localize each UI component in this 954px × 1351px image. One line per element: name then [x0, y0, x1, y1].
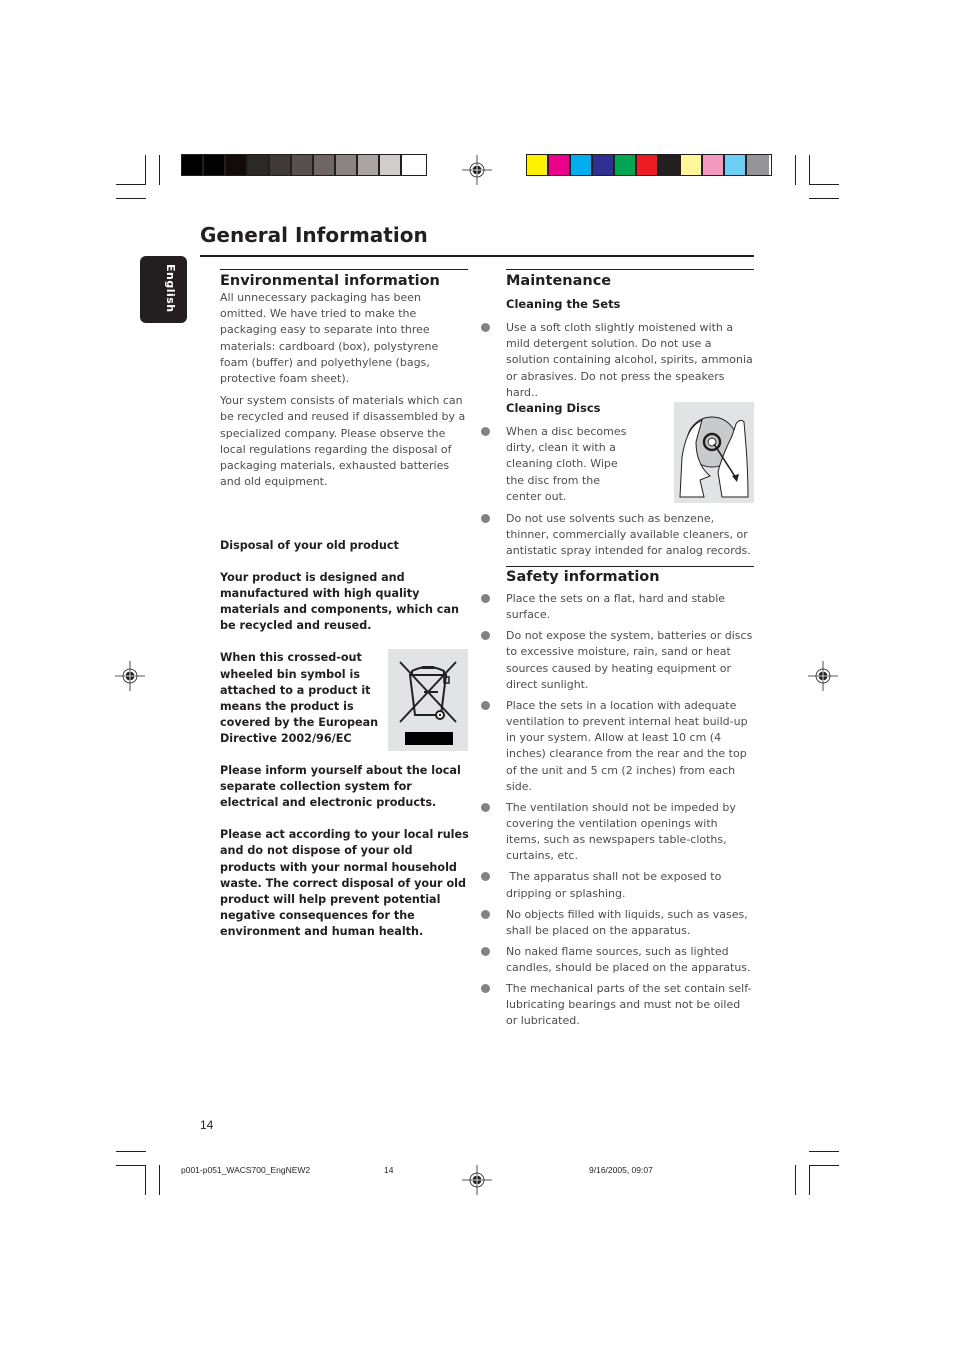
crop-mark — [795, 1165, 796, 1195]
bullet-icon — [481, 427, 490, 436]
crop-mark — [809, 1151, 839, 1152]
crop-mark — [809, 155, 810, 185]
bullet-icon — [481, 323, 490, 332]
section-divider — [506, 269, 754, 270]
disposal-paragraph: Please inform yourself about the local s… — [220, 764, 461, 810]
color-swatch — [637, 155, 659, 175]
footer-timestamp: 9/16/2005, 09:07 — [589, 1165, 653, 1175]
maintenance-heading: Maintenance — [506, 273, 612, 289]
color-swatch — [681, 155, 703, 175]
page-number: 14 — [200, 1118, 214, 1132]
crop-mark — [159, 155, 160, 185]
list-item: Do not expose the system, batteries or d… — [480, 628, 754, 693]
bullet-icon — [481, 802, 490, 812]
crop-mark — [809, 1165, 839, 1166]
list-item: No naked flame sources, such as lighted … — [480, 944, 754, 976]
list-item: The mechanical parts of the set contain … — [480, 981, 754, 1030]
color-swatch — [747, 155, 769, 175]
registration-mark-icon — [462, 155, 492, 185]
registration-mark-icon — [462, 1165, 492, 1195]
color-swatch — [725, 155, 747, 175]
crop-mark — [795, 155, 796, 185]
environmental-heading: Environmental information — [220, 273, 440, 289]
language-tab-label: English — [164, 264, 177, 313]
registration-mark-icon — [808, 661, 838, 691]
disposal-paragraph: Please act according to your local rules… — [220, 828, 469, 938]
color-swatch — [402, 155, 424, 175]
color-swatch — [336, 155, 358, 175]
color-swatch — [527, 155, 549, 175]
color-swatch — [182, 155, 204, 175]
color-swatch — [615, 155, 637, 175]
crop-mark — [145, 1165, 146, 1195]
language-tab: English — [140, 256, 187, 323]
bullet-icon — [481, 631, 490, 641]
color-swatch — [593, 155, 615, 175]
color-swatch — [358, 155, 380, 175]
registration-mark-icon — [115, 661, 145, 691]
footer-file-name: p001-p051_WACS700_EngNEW2 — [181, 1165, 311, 1175]
disposal-paragraph: Your product is designed and manufacture… — [220, 571, 459, 633]
safety-list: Place the sets on a flat, hard and stabl… — [480, 591, 754, 1034]
bullet-icon — [481, 909, 490, 919]
list-item: Place the sets in a location with adequa… — [480, 698, 754, 795]
disc-cleaning-image — [674, 402, 754, 503]
section-divider — [506, 566, 754, 567]
color-swatch — [314, 155, 336, 175]
color-swatch — [292, 155, 314, 175]
grayscale-calibration-bar — [181, 154, 427, 176]
safety-heading: Safety information — [506, 569, 660, 585]
bullet-icon — [481, 594, 490, 603]
color-swatch — [571, 155, 593, 175]
list-item: Place the sets on a flat, hard and stabl… — [480, 591, 754, 623]
color-swatch — [248, 155, 270, 175]
environmental-paragraph: All unnecessary packaging has been omitt… — [220, 291, 439, 386]
color-swatch — [659, 155, 681, 175]
bullet-icon — [481, 514, 490, 524]
crop-mark — [809, 184, 839, 185]
color-swatch — [204, 155, 226, 175]
title-divider — [200, 255, 754, 257]
crossed-out-wheeled-bin-image — [388, 649, 468, 751]
crop-mark — [116, 184, 146, 185]
color-swatch — [380, 155, 402, 175]
page-title: General Information — [200, 223, 428, 247]
crop-mark — [116, 1165, 146, 1166]
crop-mark — [116, 198, 146, 199]
safety-section: Safety information — [506, 566, 754, 586]
section-divider — [220, 269, 468, 270]
list-item: Do not use solvents such as benzene, thi… — [480, 511, 754, 560]
left-column: Environmental information All unnecessar… — [220, 269, 468, 490]
crop-mark — [159, 1165, 160, 1195]
bullet-icon — [481, 946, 490, 956]
bullet-icon — [481, 984, 490, 994]
color-swatch — [226, 155, 248, 175]
list-item: The ventilation should not be impeded by… — [480, 800, 754, 865]
right-column: Maintenance Cleaning the Sets — [506, 269, 754, 312]
color-swatch — [270, 155, 292, 175]
footer-page: 14 — [384, 1165, 394, 1175]
crop-mark — [145, 155, 146, 185]
disposal-heading: Disposal of your old product — [220, 539, 399, 552]
disposal-paragraph: When this crossed-out wheeled bin symbol… — [220, 651, 379, 745]
list-item: No objects filled with liquids, such as … — [480, 907, 754, 939]
crop-mark — [809, 198, 839, 199]
cleaning-discs-heading: Cleaning Discs — [506, 401, 601, 415]
cleaning-sets-list: Use a soft cloth slightly moistened with… — [480, 320, 754, 406]
bullet-icon — [481, 700, 490, 710]
list-item: The apparatus shall not be exposed to dr… — [480, 869, 754, 901]
color-swatch — [703, 155, 725, 175]
environmental-paragraph: Your system consists of materials which … — [220, 394, 466, 489]
hands-cleaning-disc-icon — [679, 416, 749, 498]
crop-mark — [116, 1151, 146, 1152]
crop-mark — [809, 1165, 810, 1195]
cleaning-sets-heading: Cleaning the Sets — [506, 297, 621, 311]
list-item: Use a soft cloth slightly moistened with… — [480, 320, 754, 401]
color-calibration-bar — [526, 154, 772, 176]
crossed-out-bin-icon — [399, 661, 457, 745]
bullet-icon — [481, 872, 490, 882]
color-swatch — [549, 155, 571, 175]
